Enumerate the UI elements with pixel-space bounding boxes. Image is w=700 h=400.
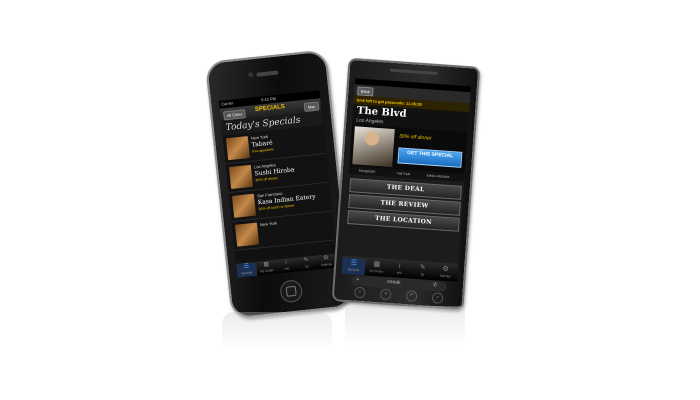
tab-label: Specials: [241, 270, 253, 276]
dock-brand: sneak: [386, 278, 401, 286]
tab-label: Info: [396, 270, 402, 275]
tab-specials[interactable]: ☰ Specials: [341, 257, 366, 276]
iphone-reflection: [222, 312, 332, 352]
tab-label: Info: [284, 266, 290, 271]
home-key-icon[interactable]: ⌂: [353, 286, 366, 299]
tab-label: Specials: [347, 267, 360, 272]
android-reflection: [345, 306, 465, 346]
camera-icon: [248, 72, 254, 78]
share-twitter[interactable]: TWITTER: [397, 171, 411, 176]
food-thumbnail: [234, 222, 260, 247]
tab-info[interactable]: i Info: [387, 261, 411, 279]
earpiece: [256, 70, 279, 77]
get-special-button[interactable]: GET THIS SPECIAL: [397, 147, 463, 168]
tab-label: Tip: [420, 272, 425, 277]
back-key-icon[interactable]: ↶: [405, 290, 418, 303]
phone-icon[interactable]: ✆: [433, 282, 438, 288]
android-screen: Back time left to get passcode: 11:45:09…: [341, 78, 471, 282]
tab-info[interactable]: i Info: [276, 259, 297, 274]
specials-list: New York Tabaré free appetizer Los Angel…: [222, 125, 336, 251]
special-city: New York: [259, 220, 278, 228]
tab-tip[interactable]: ✎ Tip: [410, 263, 434, 281]
food-thumbnail: [231, 193, 257, 218]
map-button[interactable]: Map: [303, 101, 320, 112]
iphone-screen: Carrier 5:42 PM All Cities SPECIALS Map …: [218, 90, 338, 278]
tab-label: Settings: [321, 261, 333, 268]
offer-text: 30% off dinner: [399, 133, 432, 142]
carrier-label: Carrier: [221, 100, 234, 107]
special-deal: free appetizer: [252, 147, 274, 154]
tab-label: Settings: [439, 273, 451, 279]
earpiece: [389, 68, 438, 75]
share-email[interactable]: EMAIL FRIENDS: [427, 173, 450, 179]
tab-specials[interactable]: ☰ Specials: [236, 262, 258, 278]
plus-icon[interactable]: +: [356, 277, 359, 283]
share-facebook[interactable]: FACEBOOK: [359, 169, 376, 174]
tab-tip[interactable]: ✎ Tip: [296, 257, 317, 272]
tab-my-codes[interactable]: ▦ My Codes: [365, 259, 389, 277]
special-deal: 30% off dinner: [255, 176, 279, 183]
tab-label: Tip: [304, 264, 309, 269]
tab-settings[interactable]: ⚙ Settings: [433, 264, 457, 282]
food-thumbnail: [225, 135, 251, 161]
tab-label: My Codes: [260, 268, 274, 274]
menu-key-icon[interactable]: ≡: [379, 288, 392, 301]
timer-value: 11:45:09: [405, 100, 422, 107]
clock-label: 5:42 PM: [260, 95, 277, 103]
iphone-device: Carrier 5:42 PM All Cities SPECIALS Map …: [204, 49, 354, 320]
nav-title: SPECIALS: [254, 103, 286, 114]
home-square-icon: [285, 285, 297, 297]
tab-my-codes[interactable]: ▦ My Codes: [256, 261, 277, 276]
tab-label: My Codes: [369, 268, 384, 274]
tab-bar: ☰ Specials ▦ My Codes i Info ✎ Tip ⚙ Settings: [236, 253, 338, 278]
search-key-icon[interactable]: ⌕: [431, 292, 444, 304]
food-thumbnail: [228, 164, 254, 190]
android-device: Back time left to get passcode: 11:45:09…: [331, 57, 481, 311]
